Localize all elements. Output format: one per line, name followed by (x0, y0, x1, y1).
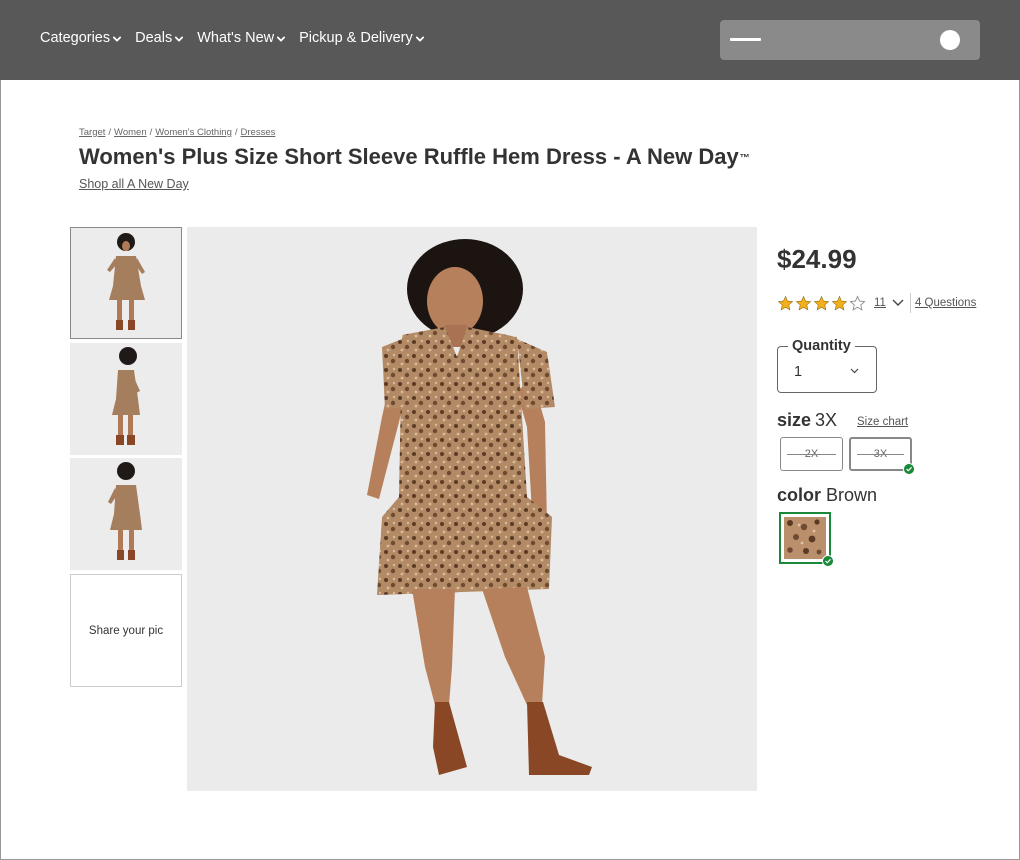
color-selected-value: Brown (826, 485, 878, 505)
thumbnail-1[interactable] (70, 227, 182, 339)
breadcrumb-dresses[interactable]: Dresses (241, 127, 276, 138)
nav-whats-new[interactable]: What's New (197, 30, 286, 46)
size-label: size (777, 410, 812, 430)
chevron-down-icon (175, 36, 184, 42)
star-filled-icon (831, 295, 848, 310)
nav-label: Pickup & Delivery (299, 30, 413, 46)
color-heading: color Brown (777, 485, 877, 506)
breadcrumb-separator: / (149, 127, 153, 138)
trademark-symbol: ™ (739, 153, 750, 164)
breadcrumb-women[interactable]: Women (114, 127, 147, 138)
thumbnail-3[interactable] (70, 458, 182, 570)
nav-categories[interactable]: Categories (40, 30, 122, 46)
nav-label: What's New (197, 30, 275, 46)
unavailable-strike (787, 454, 836, 455)
top-navigation-bar: Categories Deals What's New Pickup & Del… (0, 0, 1020, 80)
color-label: color (777, 485, 822, 505)
leopard-pattern-image (784, 517, 824, 557)
share-your-pic-button[interactable]: Share your pic (70, 574, 182, 687)
nav-label: Deals (135, 30, 173, 46)
chevron-down-icon (415, 36, 424, 42)
quantity-value: 1 (794, 364, 803, 380)
checkmark-icon (903, 463, 915, 475)
size-heading: size 3X (777, 410, 837, 431)
breadcrumb-separator: / (108, 127, 112, 138)
nav-pickup-delivery[interactable]: Pickup & Delivery (299, 30, 424, 46)
share-label: Share your pic (88, 624, 164, 637)
star-filled-icon (813, 295, 830, 310)
search-input[interactable] (720, 20, 980, 60)
chevron-down-icon (850, 368, 859, 374)
rating-row: 11 4 Questions (777, 293, 976, 313)
product-title-text: Women's Plus Size Short Sleeve Ruffle He… (79, 144, 739, 169)
checkmark-icon (822, 555, 834, 567)
search-icon[interactable] (940, 30, 960, 50)
rating-divider (909, 293, 911, 313)
product-title: Women's Plus Size Short Sleeve Ruffle He… (79, 144, 750, 170)
star-filled-icon (795, 295, 812, 310)
size-option-2x[interactable]: 2X (780, 437, 843, 471)
leopard-swatch-image (784, 517, 826, 559)
product-price: $24.99 (777, 244, 857, 274)
star-rating[interactable] (777, 294, 866, 312)
breadcrumb-womens-clothing[interactable]: Women's Clothing (155, 127, 232, 138)
chevron-down-icon (277, 36, 286, 42)
main-product-image[interactable] (187, 227, 757, 791)
thumbnail-2[interactable] (70, 343, 182, 455)
dress-front-thumbnail-image (71, 228, 181, 338)
chevron-down-icon (113, 36, 122, 42)
dress-side-thumbnail-image (70, 343, 182, 455)
nav-label: Categories (40, 30, 111, 46)
dress-back-thumbnail-image (70, 458, 182, 570)
size-chart-link[interactable]: Size chart (857, 416, 908, 428)
breadcrumb-separator: / (234, 127, 238, 138)
size-selected-value: 3X (815, 410, 838, 430)
questions-link[interactable]: 4 Questions (915, 297, 976, 309)
quantity-label: Quantity (788, 338, 855, 354)
star-empty-icon (849, 294, 866, 311)
star-filled-icon (777, 295, 794, 310)
nav-deals[interactable]: Deals (135, 30, 184, 46)
search-placeholder-bar (730, 38, 761, 41)
quantity-select[interactable]: Quantity 1 (777, 338, 877, 393)
breadcrumb: Target / Women / Women's Clothing / Dresses (79, 127, 275, 138)
main-nav: Categories Deals What's New Pickup & Del… (40, 30, 424, 46)
chevron-down-icon[interactable] (892, 299, 904, 307)
breadcrumb-target[interactable]: Target (79, 127, 105, 138)
shop-brand-link[interactable]: Shop all A New Day (79, 177, 189, 191)
review-count-link[interactable]: 11 (874, 297, 886, 309)
unavailable-strike (857, 454, 904, 455)
model-in-dress-illustration (187, 227, 757, 791)
